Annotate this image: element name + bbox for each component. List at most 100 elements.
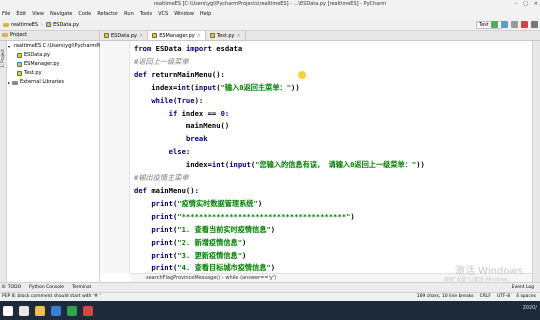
code-line[interactable]: def returnMainMenu(): [134,69,425,82]
file-explorer-icon[interactable] [35,305,45,316]
browser-icon[interactable] [51,305,61,316]
menu-file[interactable]: File [2,11,10,17]
code-token: ) [350,211,355,221]
pycharm-icon[interactable] [67,305,77,316]
tree-item-test[interactable]: Test.py [7,69,99,78]
code-line[interactable]: mainMenu() [134,120,425,133]
code-line[interactable]: print("2. 新增疫情信息") [134,237,425,250]
windows-start-icon[interactable] [3,305,13,316]
code-token: print [151,211,173,221]
code-line[interactable]: break [134,133,425,146]
menu-navigate[interactable]: Navigate [50,11,72,17]
code-line[interactable]: print("1. 查看当前实时疫情信息") [134,224,425,237]
project-tool-button[interactable]: 1: Project [0,49,7,68]
stop-icon[interactable] [521,21,528,28]
chevron-down-icon[interactable]: ▾ [8,42,10,51]
code-token: index= [134,82,178,92]
project-panel: ▾ realtimeES C:\Users\ygl\PycharmProject… [7,41,123,291]
code-token: index= [134,160,212,170]
tab-esdata[interactable]: ESData.py × [100,31,149,40]
tab-test[interactable]: Test.py × [206,31,246,40]
menu-run[interactable]: Run [124,11,134,17]
tab-esmanager[interactable]: ESManager.py × [148,31,206,40]
event-log-tab[interactable]: Event Log [512,285,534,290]
window-title-bar: realtimeES [C:\Users\ygl\PycharmProjects… [0,0,540,9]
close-tab-icon[interactable]: × [139,33,143,39]
code-token: int [177,82,191,92]
crumb-project-label: realtimeES [11,21,39,28]
code-content[interactable]: from ESData import esdata #返回上一级菜单 def ret… [134,43,425,273]
tree-root[interactable]: ▾ realtimeES C:\Users\ygl\PycharmProject… [7,42,123,51]
search-icon[interactable] [19,305,29,316]
code-token: "4. 查看目标城市疫情信息" [177,263,271,273]
code-line[interactable]: print("疫情实时数据管理系统") [134,198,425,211]
python-file-icon [17,71,22,76]
code-line[interactable]: from ESData import esdata [134,43,425,56]
chevron-right-icon[interactable]: ▸ [8,78,10,87]
status-line-separator[interactable]: CRLF [480,293,491,301]
python-file-icon [152,33,158,38]
code-token: def [134,185,152,195]
todo-tab[interactable]: 6: TODO [2,285,21,290]
project-tool-header[interactable]: Project [0,30,100,40]
minimize-button[interactable]: – [515,0,518,9]
windows-activation-watermark: 激活 Windows [455,266,523,277]
app-icon[interactable] [83,305,93,316]
code-editor[interactable]: from ESData import esdata #返回上一级菜单 def ret… [130,41,532,273]
code-line[interactable]: print("4. 查看目标城市疫情信息") [134,262,425,273]
code-token: print [151,224,173,234]
code-token: returnMainMenu(): [151,69,225,79]
debug-icon[interactable] [501,21,508,28]
code-token: : [224,108,230,118]
folder-icon [3,22,9,27]
search-icon[interactable] [531,21,538,28]
code-line[interactable]: def mainMenu(): [134,185,425,198]
code-line[interactable]: #输出疫情主菜单 [134,172,425,185]
python-console-tab[interactable]: Python Console [29,285,64,290]
tree-external-libraries[interactable]: ▸ External Libraries [7,78,99,87]
code-line[interactable]: print("3. 更新疫情信息") [134,250,425,263]
menu-tools[interactable]: Tools [140,11,152,17]
status-encoding[interactable]: UTF-8 [497,293,510,301]
status-selection[interactable]: 169 chars, 10 line breaks [417,293,474,301]
menu-refactor[interactable]: Refactor [97,11,118,17]
run-icon[interactable] [491,21,498,28]
library-icon [12,80,19,85]
tree-item-label: Test.py [24,70,42,76]
menu-view[interactable]: View [32,11,44,17]
close-tab-icon[interactable]: × [237,33,241,39]
code-line[interactable]: index=int(input("输入0返回主菜单：")) [134,82,425,95]
menu-help[interactable]: Help [200,11,211,17]
code-token: "疫情实时数据管理系统" [177,198,258,208]
menu-edit[interactable]: Edit [16,11,26,17]
menu-code[interactable]: Code [78,11,91,17]
code-token: print [151,198,173,208]
tree-item-esdata[interactable]: ESData.py [7,51,99,60]
close-tab-icon[interactable]: × [197,33,201,39]
code-token: )) [416,160,425,170]
code-line[interactable]: if index == 0: [134,108,425,121]
tree-item-esmanager[interactable]: ESManager.py [7,60,99,69]
code-line[interactable]: else: [134,146,425,159]
close-button[interactable]: × [534,0,538,9]
menu-window[interactable]: Window [174,11,194,17]
code-line[interactable]: index=int(input("您输入的信息有误， 请输入0返回上一级菜单："… [134,159,425,172]
menu-vcs[interactable]: VCS [158,11,168,17]
code-token: print [151,263,173,273]
code-line[interactable]: while(True): [134,95,425,108]
coverage-icon[interactable] [511,21,518,28]
crumb-file[interactable]: ESData.py [43,22,82,28]
python-file-icon [17,53,22,58]
terminal-tab[interactable]: Terminal [72,285,91,290]
code-token: "您输入的信息有误， 请输入0返回上一级菜单：" [255,160,417,170]
code-token: )) [291,82,300,92]
code-line[interactable]: print("*********************************… [134,211,425,224]
maximize-button[interactable]: □ [523,0,528,9]
window-title: realtimeES [C:\Users\ygl\PycharmProjects… [153,1,387,7]
crumb-project[interactable]: realtimeES [0,22,41,28]
status-indent[interactable]: 4 spaces [516,293,536,301]
code-line[interactable]: #返回上一级菜单 [134,56,425,69]
